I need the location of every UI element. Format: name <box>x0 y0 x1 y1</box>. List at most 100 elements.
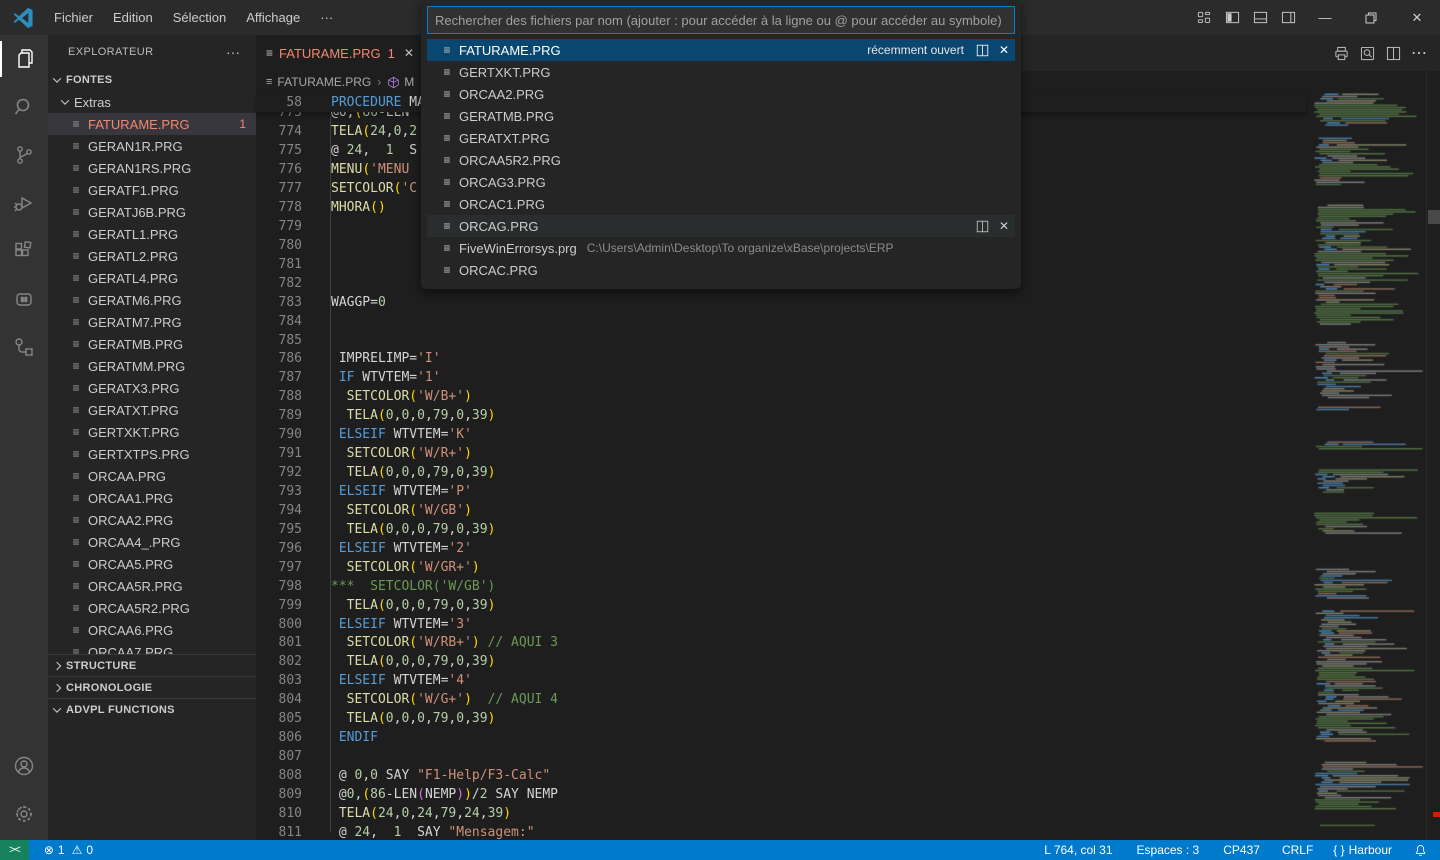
open-to-side-icon[interactable] <box>976 220 989 233</box>
quick-open-item-geratxt.prg[interactable]: ≡GERATXT.PRG <box>427 127 1015 149</box>
explorer-file-orcaa.prg[interactable]: ≡ORCAA.PRG <box>48 465 256 487</box>
quick-open-item-orcaa5r2.prg[interactable]: ≡ORCAA5R2.PRG <box>427 149 1015 171</box>
split-editor-icon[interactable] <box>1380 39 1406 67</box>
sidebar-item-remote-explorer[interactable] <box>0 323 48 371</box>
section-advpl-functions[interactable]: ADVPL FUNCTIONS <box>48 698 256 720</box>
sidebar-item-extensions[interactable] <box>0 227 48 275</box>
explorer-file-gertxtps.prg[interactable]: ≡GERTXTPS.PRG <box>48 443 256 465</box>
open-preview-icon[interactable] <box>1354 39 1380 67</box>
code-line-810[interactable]: 810 TELA(24,0,24,79,24,39) <box>256 804 1306 823</box>
explorer-file-geratm7.prg[interactable]: ≡GERATM7.PRG <box>48 311 256 333</box>
notifications-bell[interactable] <box>1407 844 1434 857</box>
encoding-setting[interactable]: CP437 <box>1216 843 1267 857</box>
quick-open-input[interactable] <box>427 6 1015 34</box>
code-line-789[interactable]: 789 TELA(0,0,0,79,0,39) <box>256 406 1306 425</box>
code-line-803[interactable]: 803 ELSEIF WTVTEM='4' <box>256 671 1306 690</box>
breadcrumb-symbol[interactable]: M <box>404 75 414 89</box>
explorer-file-geratf1.prg[interactable]: ≡GERATF1.PRG <box>48 179 256 201</box>
explorer-file-geratl1.prg[interactable]: ≡GERATL1.PRG <box>48 223 256 245</box>
remote-indicator[interactable]: >< <box>0 840 29 860</box>
code-line-787[interactable]: 787 IF WTVTEM='1' <box>256 368 1306 387</box>
quick-open-item-orcag3.prg[interactable]: ≡ORCAG3.PRG <box>427 171 1015 193</box>
explorer-file-gertxkt.prg[interactable]: ≡GERTXKT.PRG <box>48 421 256 443</box>
explorer-file-geratj6b.prg[interactable]: ≡GERATJ6B.PRG <box>48 201 256 223</box>
code-line-791[interactable]: 791 SETCOLOR('W/R+') <box>256 444 1306 463</box>
tab-faturame[interactable]: ≡ FATURAME.PRG 1 ✕ <box>256 35 425 71</box>
menu-edition[interactable]: Edition <box>103 0 163 35</box>
sidebar-item-run-debug[interactable] <box>0 179 48 227</box>
explorer-file-orcaa2.prg[interactable]: ≡ORCAA2.PRG <box>48 509 256 531</box>
minimap[interactable] <box>1306 35 1426 840</box>
explorer-file-geratx3.prg[interactable]: ≡GERATX3.PRG <box>48 377 256 399</box>
explorer-file-orcaa5.prg[interactable]: ≡ORCAA5.PRG <box>48 553 256 575</box>
explorer-file-geran1r.prg[interactable]: ≡GERAN1R.PRG <box>48 135 256 157</box>
code-line-786[interactable]: 786 IMPRELIMP='I' <box>256 349 1306 368</box>
breadcrumb-file[interactable]: FATURAME.PRG <box>277 75 371 89</box>
code-line-799[interactable]: 799 TELA(0,0,0,79,0,39) <box>256 596 1306 615</box>
quick-open-item-orcac1.prg[interactable]: ≡ORCAC1.PRG <box>427 193 1015 215</box>
code-line-806[interactable]: 806 ENDIF <box>256 728 1306 747</box>
code-line-811[interactable]: 811 @ 24, 1 SAY "Mensagem:" <box>256 823 1306 840</box>
toggle-primary-sidebar-icon[interactable] <box>1218 4 1246 32</box>
explorer-file-geratxt.prg[interactable]: ≡GERATXT.PRG <box>48 399 256 421</box>
sidebar-item-source-control[interactable] <box>0 131 48 179</box>
code-line-796[interactable]: 796 ELSEIF WTVTEM='2' <box>256 539 1306 558</box>
editor-scrollbar[interactable] <box>1426 35 1440 840</box>
explorer-actions-icon[interactable]: ··· <box>218 44 248 60</box>
menu-fichier[interactable]: Fichier <box>44 0 103 35</box>
problems-indicator[interactable]: ⊗1 ⚠0 <box>37 843 100 857</box>
sidebar-item-explorer[interactable] <box>0 35 48 83</box>
code-line-807[interactable]: 807 <box>256 747 1306 766</box>
folder-extras[interactable]: Extras <box>48 91 256 113</box>
minimize-button[interactable]: — <box>1302 0 1348 35</box>
more-actions-icon[interactable]: ⋯ <box>1406 39 1432 67</box>
cursor-position[interactable]: L 764, col 31 <box>1037 843 1119 857</box>
indentation-setting[interactable]: Espaces : 3 <box>1130 843 1207 857</box>
menu-slection[interactable]: Sélection <box>163 0 236 35</box>
code-line-808[interactable]: 808 @ 0,0 SAY "F1-Help/F3-Calc" <box>256 766 1306 785</box>
code-line-783[interactable]: 783WAGGP=0 <box>256 293 1306 312</box>
remove-from-list-icon[interactable]: ✕ <box>999 43 1009 57</box>
code-line-793[interactable]: 793 ELSEIF WTVTEM='P' <box>256 482 1306 501</box>
code-line-802[interactable]: 802 TELA(0,0,0,79,0,39) <box>256 652 1306 671</box>
scrollbar-thumb[interactable] <box>1428 210 1440 224</box>
quick-open-item-faturame.prg[interactable]: ≡FATURAME.PRGrécemment ouvert✕ <box>427 39 1015 61</box>
settings-gear-icon[interactable] <box>0 790 48 838</box>
explorer-file-geratmm.prg[interactable]: ≡GERATMM.PRG <box>48 355 256 377</box>
close-window-button[interactable]: ✕ <box>1394 0 1440 35</box>
code-line-797[interactable]: 797 SETCOLOR('W/GR+') <box>256 558 1306 577</box>
code-line-788[interactable]: 788 SETCOLOR('W/B+') <box>256 387 1306 406</box>
code-line-792[interactable]: 792 TELA(0,0,0,79,0,39) <box>256 463 1306 482</box>
explorer-root-fontes[interactable]: FONTES <box>48 69 256 91</box>
quick-open-item-gertxkt.prg[interactable]: ≡GERTXKT.PRG <box>427 61 1015 83</box>
print-icon[interactable] <box>1328 39 1354 67</box>
quick-open-item-orcag.prg[interactable]: ≡ORCAG.PRG✕ <box>427 215 1015 237</box>
code-line-784[interactable]: 784 <box>256 312 1306 331</box>
code-line-795[interactable]: 795 TELA(0,0,0,79,0,39) <box>256 520 1306 539</box>
explorer-file-geratm6.prg[interactable]: ≡GERATM6.PRG <box>48 289 256 311</box>
quick-open-item-fivewinerrorsys.prg[interactable]: ≡FiveWinErrorsys.prgC:\Users\Admin\Deskt… <box>427 237 1015 259</box>
account-icon[interactable] <box>0 742 48 790</box>
eol-setting[interactable]: CRLF <box>1275 843 1320 857</box>
code-line-809[interactable]: 809 @0,(86-LEN(NEMP))/2 SAY NEMP <box>256 785 1306 804</box>
code-line-798[interactable]: 798*** SETCOLOR('W/GB') <box>256 577 1306 596</box>
sidebar-item-chat[interactable] <box>0 275 48 323</box>
quick-open-item-geratmb.prg[interactable]: ≡GERATMB.PRG <box>427 105 1015 127</box>
explorer-file-faturame.prg[interactable]: ≡FATURAME.PRG1 <box>48 113 256 135</box>
sidebar-item-search[interactable] <box>0 83 48 131</box>
remove-from-list-icon[interactable]: ✕ <box>999 219 1009 233</box>
quick-open-item-orcaa2.prg[interactable]: ≡ORCAA2.PRG <box>427 83 1015 105</box>
explorer-file-orcaa4_.prg[interactable]: ≡ORCAA4_.PRG <box>48 531 256 553</box>
menu-[interactable]: ··· <box>310 0 343 35</box>
code-line-790[interactable]: 790 ELSEIF WTVTEM='K' <box>256 425 1306 444</box>
section-structure[interactable]: STRUCTURE <box>48 654 256 676</box>
explorer-file-geratl2.prg[interactable]: ≡GERATL2.PRG <box>48 245 256 267</box>
toggle-panel-icon[interactable] <box>1246 4 1274 32</box>
code-line-800[interactable]: 800 ELSEIF WTVTEM='3' <box>256 615 1306 634</box>
explorer-file-orcaa5r.prg[interactable]: ≡ORCAA5R.PRG <box>48 575 256 597</box>
restore-button[interactable] <box>1348 0 1394 35</box>
explorer-file-orcaa6.prg[interactable]: ≡ORCAA6.PRG <box>48 619 256 641</box>
code-line-801[interactable]: 801 SETCOLOR('W/RB+') // AQUI 3 <box>256 633 1306 652</box>
code-line-794[interactable]: 794 SETCOLOR('W/GB') <box>256 501 1306 520</box>
customize-layout-icon[interactable] <box>1190 4 1218 32</box>
